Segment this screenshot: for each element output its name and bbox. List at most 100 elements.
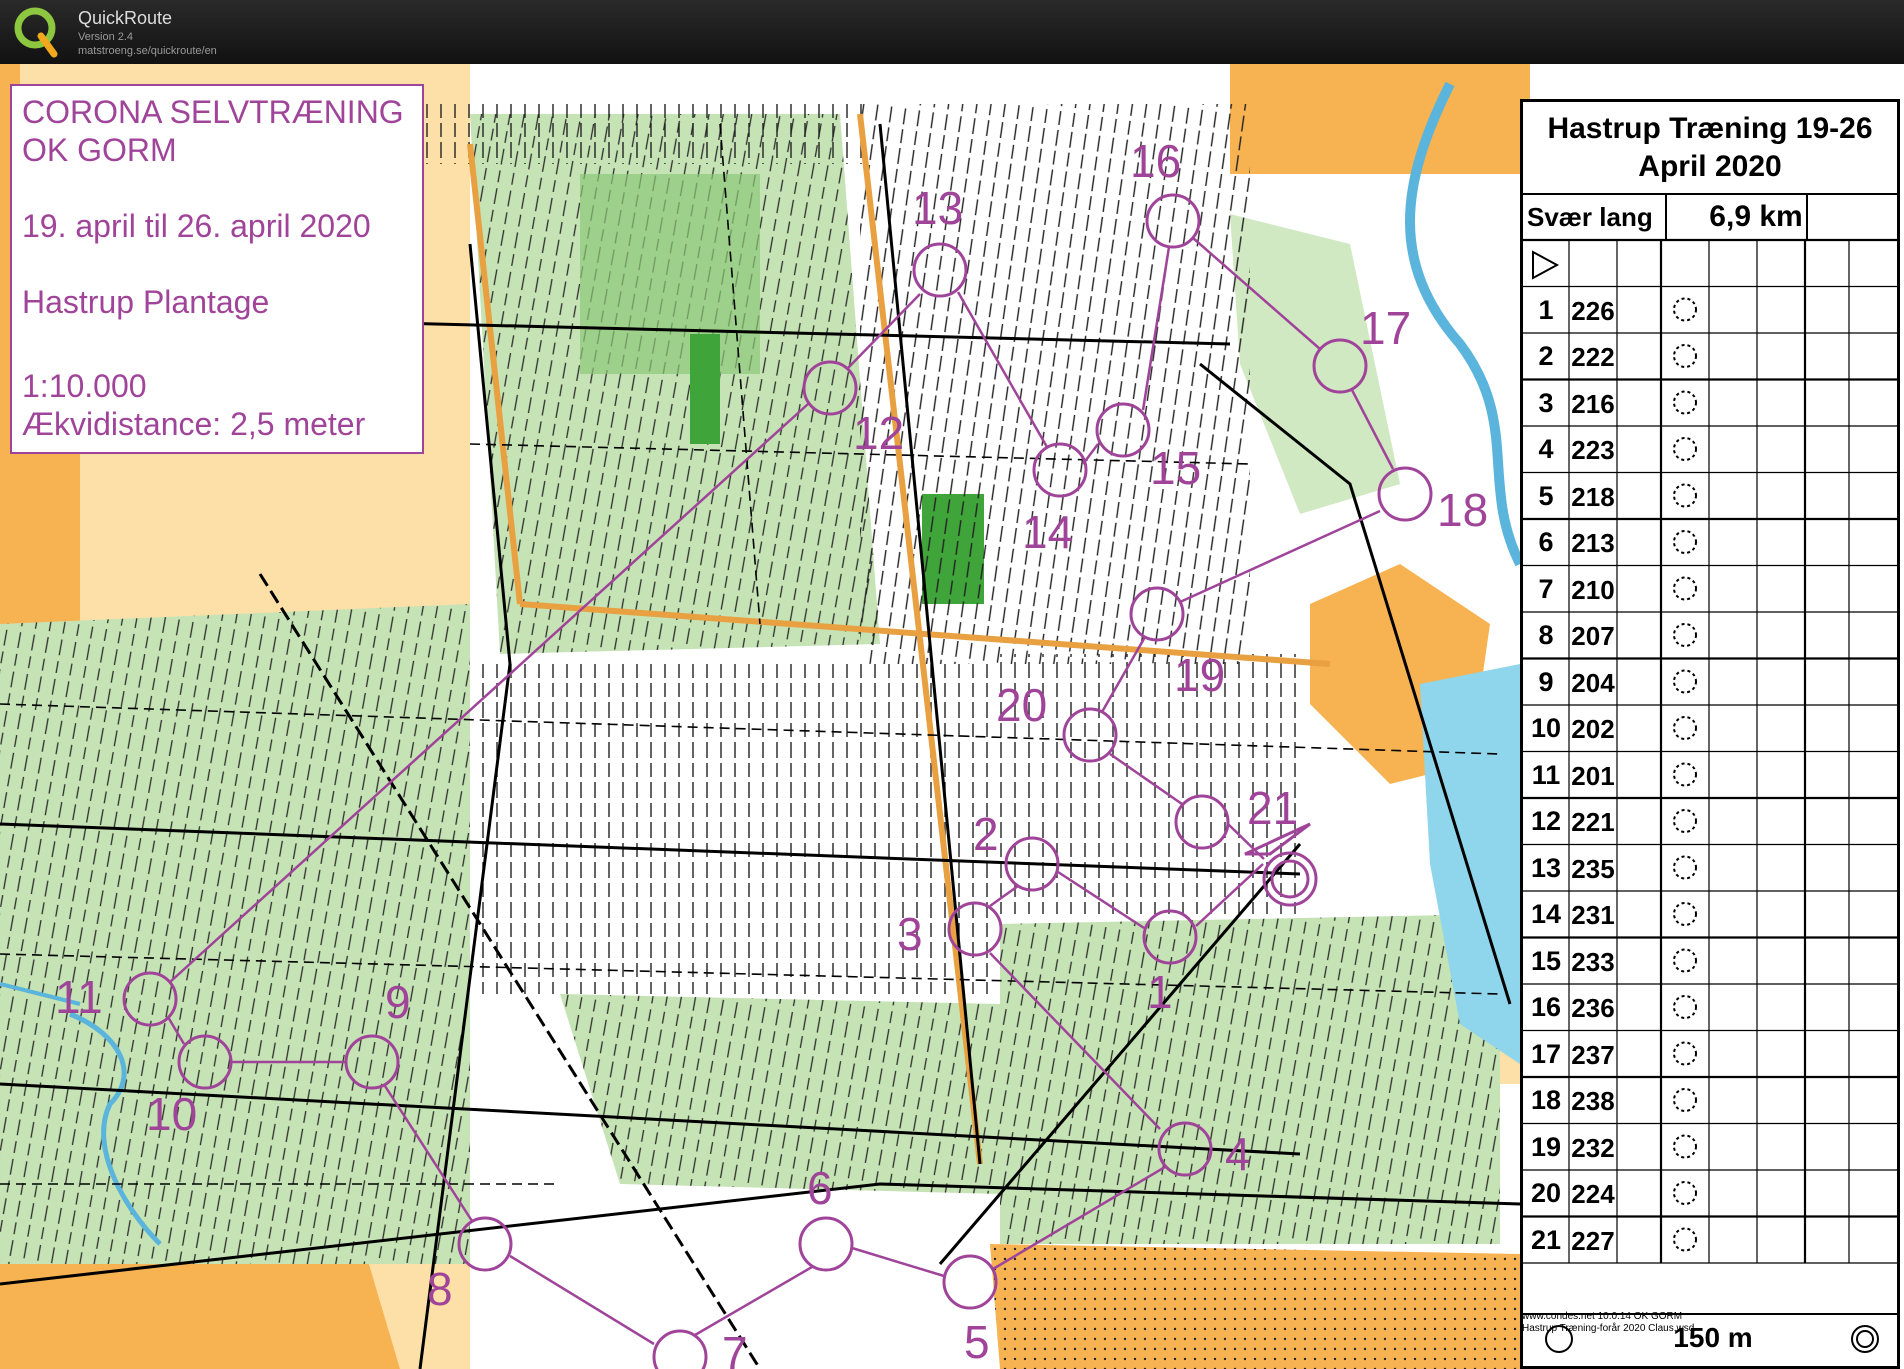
course-label-4: 4 xyxy=(1225,1128,1251,1180)
course-label-5: 5 xyxy=(964,1316,990,1368)
course-label-6: 6 xyxy=(807,1162,833,1214)
control-code: 218 xyxy=(1571,481,1615,512)
open-land-north xyxy=(1230,64,1530,174)
course-label-2: 2 xyxy=(973,808,999,860)
control-number: 19 xyxy=(1530,1131,1562,1162)
control-code: 236 xyxy=(1571,993,1615,1023)
start-symbol-icon xyxy=(1532,250,1560,280)
course-label-14: 14 xyxy=(1022,506,1073,558)
course-label-21: 21 xyxy=(1247,782,1298,834)
control-number: 10 xyxy=(1530,713,1562,743)
title-bar: QuickRoute Version 2.4 matstroeng.se/qui… xyxy=(0,0,1904,64)
course-length: 6,9 km xyxy=(1709,200,1803,233)
forest-west xyxy=(0,604,470,1264)
feature-symbol-icon xyxy=(1673,437,1697,461)
course-title: Hastrup Træning 19-26 April 2020 xyxy=(1523,110,1897,186)
feature-symbol-icon xyxy=(1673,530,1697,554)
feature-symbol-icon xyxy=(1673,669,1697,694)
control-code: 207 xyxy=(1571,621,1615,651)
course-label-13: 13 xyxy=(912,182,963,234)
feature-symbol-icon xyxy=(1673,297,1697,322)
control-code: 222 xyxy=(1571,342,1615,372)
feature-symbol-icon xyxy=(1673,1041,1697,1066)
control-number: 6 xyxy=(1538,527,1554,557)
control-number: 15 xyxy=(1530,945,1562,976)
rough-open-south xyxy=(990,1244,1520,1369)
control-number: 2 xyxy=(1538,341,1554,371)
control-code: 238 xyxy=(1571,1086,1615,1116)
course-label-18: 18 xyxy=(1437,484,1488,536)
dark-forest-patch xyxy=(690,334,720,444)
map-credit-line-1: www.condes.net 10.0.14 OK GORM xyxy=(1522,1311,1683,1322)
map-info-box: CORONA SELVTRÆNING OK GORM 19. april til… xyxy=(10,84,424,454)
feature-symbol-icon xyxy=(1673,1227,1697,1252)
control-code: 223 xyxy=(1571,435,1615,465)
control-number: 11 xyxy=(1531,759,1561,790)
course-label-12: 12 xyxy=(853,407,904,459)
feature-symbol-icon xyxy=(1673,902,1697,926)
forest-south-central xyxy=(560,994,1000,1194)
control-number: 12 xyxy=(1530,806,1562,836)
control-number: 16 xyxy=(1530,992,1562,1022)
feature-symbol-icon xyxy=(1673,855,1697,880)
control-code: 232 xyxy=(1571,1132,1615,1163)
control-code: 226 xyxy=(1571,295,1615,326)
control-code: 210 xyxy=(1571,574,1615,605)
control-number: 21 xyxy=(1530,1224,1562,1255)
control-number: 14 xyxy=(1530,899,1562,929)
course-label-3: 3 xyxy=(897,908,923,960)
control-code: 202 xyxy=(1571,714,1615,744)
course-title-line1: Hastrup Træning 19-26 xyxy=(1547,112,1873,145)
control-number: 9 xyxy=(1538,666,1554,697)
course-label-8: 8 xyxy=(427,1263,453,1315)
feature-symbol-icon xyxy=(1673,390,1697,415)
course-class: Svær lang xyxy=(1527,202,1653,232)
finish-right-icon xyxy=(1851,1325,1879,1353)
control-number: 1 xyxy=(1538,294,1554,325)
feature-symbol-icon xyxy=(1673,809,1697,833)
control-code: 231 xyxy=(1571,900,1615,930)
course-label-15: 15 xyxy=(1150,442,1201,494)
feature-symbol-icon xyxy=(1673,623,1697,647)
map-credit-line-2: Hastrup Træning-forår 2020 Claus.wsd xyxy=(1522,1323,1695,1334)
feature-symbol-icon xyxy=(1673,762,1697,787)
control-number: 20 xyxy=(1530,1178,1562,1208)
control-code: 227 xyxy=(1571,1225,1615,1256)
feature-symbol-icon xyxy=(1673,344,1697,368)
feature-symbol-icon xyxy=(1673,1181,1697,1205)
course-title-line2: April 2020 xyxy=(1638,150,1782,183)
course-label-16: 16 xyxy=(1130,135,1181,187)
course-label-9: 9 xyxy=(385,976,411,1028)
control-code: 233 xyxy=(1571,946,1615,977)
app-url[interactable]: matstroeng.se/quickroute/en xyxy=(78,45,217,57)
control-number: 17 xyxy=(1530,1038,1562,1069)
control-number: 4 xyxy=(1538,434,1554,464)
course-label-1: 1 xyxy=(1147,966,1173,1018)
feature-symbol-icon xyxy=(1673,716,1697,740)
feature-symbol-icon xyxy=(1673,995,1697,1019)
orienteering-map[interactable]: 1 2 3 4 5 6 7 8 9 10 11 12 13 14 15 16 1… xyxy=(0,64,1904,1369)
control-code: 235 xyxy=(1571,853,1615,884)
control-code: 237 xyxy=(1571,1039,1615,1070)
course-label-19: 19 xyxy=(1174,649,1225,701)
feature-symbol-icon xyxy=(1673,483,1697,508)
info-scale: 1:10.000 xyxy=(22,368,147,404)
feature-symbol-icon xyxy=(1673,1088,1697,1112)
info-line-2: OK GORM xyxy=(22,132,177,168)
control-number: 18 xyxy=(1530,1085,1562,1115)
course-label-7: 7 xyxy=(722,1327,748,1369)
control-code: 221 xyxy=(1571,807,1615,837)
course-label-11: 11 xyxy=(55,971,103,1023)
course-label-17: 17 xyxy=(1360,302,1411,354)
info-dates: 19. april til 26. april 2020 xyxy=(22,208,371,244)
control-code: 224 xyxy=(1571,1179,1615,1209)
control-code: 204 xyxy=(1571,667,1615,698)
app-name: QuickRoute xyxy=(78,8,173,28)
feature-symbol-icon xyxy=(1673,948,1697,973)
control-number: 13 xyxy=(1530,852,1562,883)
control-number: 8 xyxy=(1538,620,1554,650)
course-label-20: 20 xyxy=(996,679,1047,731)
control-number: 5 xyxy=(1538,480,1554,511)
quickroute-logo-icon xyxy=(14,7,58,58)
feature-symbol-icon xyxy=(1673,1134,1697,1159)
